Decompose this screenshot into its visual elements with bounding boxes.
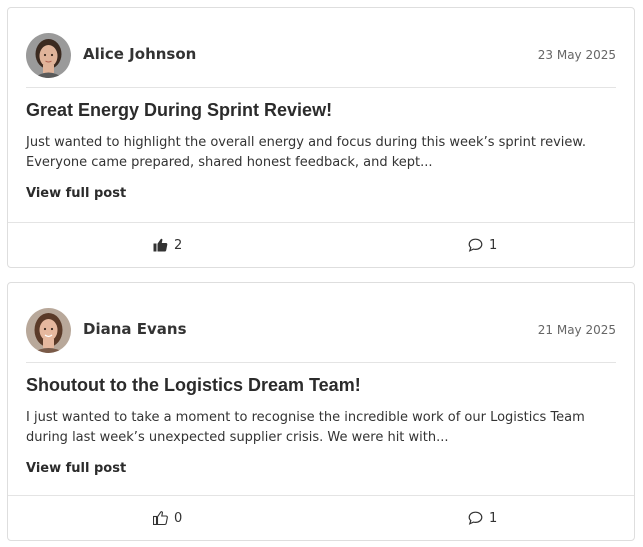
avatar[interactable]	[26, 308, 71, 353]
post-footer: 0 1	[8, 495, 634, 540]
post-date: 21 May 2025	[537, 323, 616, 337]
like-count: 0	[174, 510, 183, 526]
post-title: Great Energy During Sprint Review!	[26, 100, 333, 120]
thumbs-up-icon	[153, 511, 168, 525]
post-title: Shoutout to the Logistics Dream Team!	[26, 375, 361, 395]
thumbs-up-icon	[153, 238, 168, 252]
view-full-post-link[interactable]: View full post	[26, 461, 126, 476]
like-button[interactable]: 2	[153, 236, 182, 254]
like-button[interactable]: 0	[153, 509, 182, 527]
excerpt-line: Everyone came prepared, shared honest fe…	[26, 155, 433, 170]
comment-icon	[468, 238, 483, 252]
excerpt-line: Just wanted to highlight the overall ene…	[26, 135, 586, 150]
post-excerpt: Just wanted to highlight the overall ene…	[26, 133, 616, 173]
post-card: Diana Evans 21 May 2025 Shoutout to the …	[7, 282, 635, 541]
comment-button[interactable]: 1	[468, 509, 497, 527]
author-name[interactable]: Alice Johnson	[83, 45, 196, 63]
post-footer: 2 1	[8, 222, 634, 267]
post-header: Diana Evans 21 May 2025	[26, 308, 616, 354]
comment-icon	[468, 511, 483, 525]
post-excerpt: I just wanted to take a moment to recogn…	[26, 408, 616, 448]
post-card: Alice Johnson 23 May 2025 Great Energy D…	[7, 7, 635, 268]
view-full-post-link[interactable]: View full post	[26, 186, 126, 201]
excerpt-line: during last week’s unexpected supplier c…	[26, 430, 449, 445]
avatar[interactable]	[26, 33, 71, 78]
author-name[interactable]: Diana Evans	[83, 320, 187, 338]
post-date: 23 May 2025	[537, 48, 616, 62]
comment-count: 1	[489, 510, 498, 526]
excerpt-line: I just wanted to take a moment to recogn…	[26, 410, 585, 425]
header-divider	[26, 362, 616, 363]
like-count: 2	[174, 237, 183, 253]
post-header: Alice Johnson 23 May 2025	[26, 33, 616, 79]
comment-count: 1	[489, 237, 498, 253]
comment-button[interactable]: 1	[468, 236, 497, 254]
header-divider	[26, 87, 616, 88]
